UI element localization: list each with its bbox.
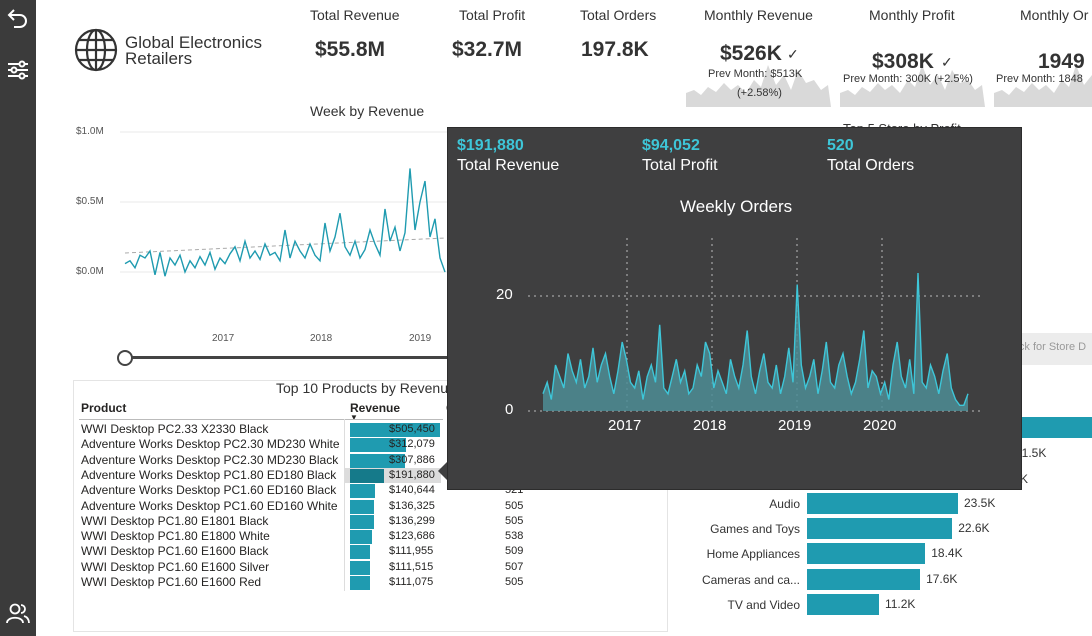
col-header-product[interactable]: Product (81, 401, 126, 415)
kpi-value-revenue: $55.8M (315, 38, 386, 61)
orders-value: 538 (505, 530, 524, 543)
week-revenue-chart (120, 131, 450, 277)
revenue-value: $312,079 (389, 438, 435, 451)
orders-value: 505 (505, 576, 524, 588)
category-value: 17.6K (926, 571, 958, 586)
monthly-change-revenue: (+2.58%) (737, 87, 782, 99)
week-x-label-2019: 2019 (409, 333, 432, 344)
globe-logo-icon (74, 28, 118, 77)
monthly-value-revenue: $526K (720, 42, 782, 65)
sort-desc-icon: ▼ (350, 413, 358, 422)
kpi-title-revenue: Total Revenue (310, 7, 400, 23)
click-store-label: lick for Store D (1014, 341, 1087, 353)
product-name: WWI Desktop PC1.60 E1600 Silver (81, 559, 270, 574)
category-bar[interactable] (807, 518, 953, 540)
sidebar (0, 0, 36, 636)
orders-value: 505 (505, 499, 524, 512)
revenue-bar (350, 530, 373, 545)
orders-value: 509 (505, 545, 524, 558)
check-icon: ✓ (787, 46, 799, 62)
monthly-title-orders: Monthly Or (1020, 7, 1089, 23)
undo-icon[interactable] (3, 2, 33, 32)
kpi-value-profit: $32.7M (452, 38, 523, 61)
category-bar[interactable] (807, 593, 879, 615)
category-value: 23.5K (964, 496, 996, 510)
product-name: WWI Desktop PC1.80 E1800 White (81, 529, 270, 544)
monthly-value-profit: $308K (872, 50, 934, 73)
product-name: WWI Desktop PC1.60 E1600 Black (81, 544, 269, 559)
category-bar[interactable] (807, 568, 921, 590)
product-name: Adventure Works Desktop PC2.30 MD230 Bla… (81, 452, 339, 467)
revenue-bar (350, 545, 370, 560)
users-icon[interactable] (3, 598, 33, 628)
revenue-value: $111,515 (389, 560, 434, 573)
week-y-label-0m: $0.0M (76, 266, 104, 277)
revenue-value: $136,299 (389, 514, 435, 527)
revenue-bar (350, 576, 370, 590)
orders-value: 505 (505, 514, 524, 527)
week-revenue-line (124, 168, 446, 277)
weekly-orders-chart (528, 238, 983, 412)
revenue-value: $111,955 (389, 545, 434, 558)
week-x-label-2017: 2017 (212, 333, 235, 344)
category-label: Audio (769, 497, 800, 511)
monthly-title-profit: Monthly Profit (869, 7, 955, 23)
revenue-bar (350, 468, 385, 483)
revenue-bar (350, 560, 370, 575)
check-icon: ✓ (941, 54, 953, 70)
category-label: Games and Toys (710, 522, 800, 537)
store-bar (1020, 417, 1092, 438)
monthly-prev-orders: Prev Month: 1848 (996, 73, 1083, 85)
date-slider-handle[interactable] (117, 350, 133, 366)
week-y-label-05m: $0.5M (76, 196, 104, 207)
monthly-prev-profit: Prev Month: 300K (+2.5%) (843, 73, 973, 85)
monthly-value-orders: 1949 (1038, 50, 1085, 73)
revenue-value: $111,075 (389, 576, 434, 588)
revenue-bar (350, 484, 376, 499)
product-name: WWI Desktop PC1.80 E1801 Black (81, 513, 269, 528)
product-name: WWI Desktop PC2.33 X2330 Black (81, 422, 269, 436)
kpi-title-profit: Total Profit (459, 7, 526, 23)
week-x-label-2018: 2018 (310, 333, 333, 344)
product-name: Adventure Works Desktop PC1.60 ED160 Whi… (81, 498, 338, 513)
category-label: TV and Video (727, 597, 801, 612)
product-name: Adventure Works Desktop PC1.60 ED160 Bla… (81, 483, 337, 498)
category-value: 22.6K (958, 521, 990, 536)
week-chart-title: Week by Revenue (310, 103, 425, 119)
category-value: 18.4K (931, 546, 963, 561)
kpi-title-orders: Total Orders (580, 7, 657, 23)
header-divider (79, 419, 443, 420)
revenue-value: $307,886 (389, 453, 435, 466)
products-table-title: Top 10 Products by Revenue (276, 380, 456, 396)
revenue-bar (350, 499, 375, 514)
week-y-label-1m: $1.0M (76, 126, 104, 137)
product-name: Adventure Works Desktop PC2.30 MD230 Whi… (81, 437, 340, 452)
revenue-value: $140,644 (389, 484, 435, 497)
category-bar[interactable] (807, 543, 926, 565)
revenue-value: $191,880 (389, 468, 435, 481)
kpi-value-orders: 197.8K (581, 38, 649, 61)
orders-value: 507 (505, 560, 524, 573)
revenue-value: $123,686 (389, 530, 435, 543)
revenue-value: $505,450 (389, 423, 435, 435)
date-slider-track[interactable] (124, 356, 450, 359)
filter-sliders-icon[interactable] (3, 55, 33, 85)
category-label: Cameras and ca... (701, 572, 800, 587)
product-name: WWI Desktop PC1.60 E1600 Red (81, 575, 262, 589)
monthly-title-revenue: Monthly Revenue (704, 7, 813, 23)
category-label: Home Appliances (706, 547, 800, 562)
category-value: 11.2K (884, 596, 916, 611)
logo-text: Global Electronics Retailers (125, 34, 262, 68)
logo-line2: Retailers (125, 49, 193, 68)
revenue-value: $136,325 (389, 499, 435, 512)
product-name: Adventure Works Desktop PC1.80 ED180 Bla… (81, 467, 337, 482)
revenue-bar (350, 514, 375, 529)
monthly-prev-revenue: Prev Month: $513K (708, 68, 803, 80)
category-bar[interactable] (807, 493, 958, 514)
tooltip-pointer (438, 462, 447, 480)
col-divider (344, 419, 345, 591)
tooltip-panel: $191,880 Total Revenue $94,052 Total Pro… (447, 127, 1022, 490)
